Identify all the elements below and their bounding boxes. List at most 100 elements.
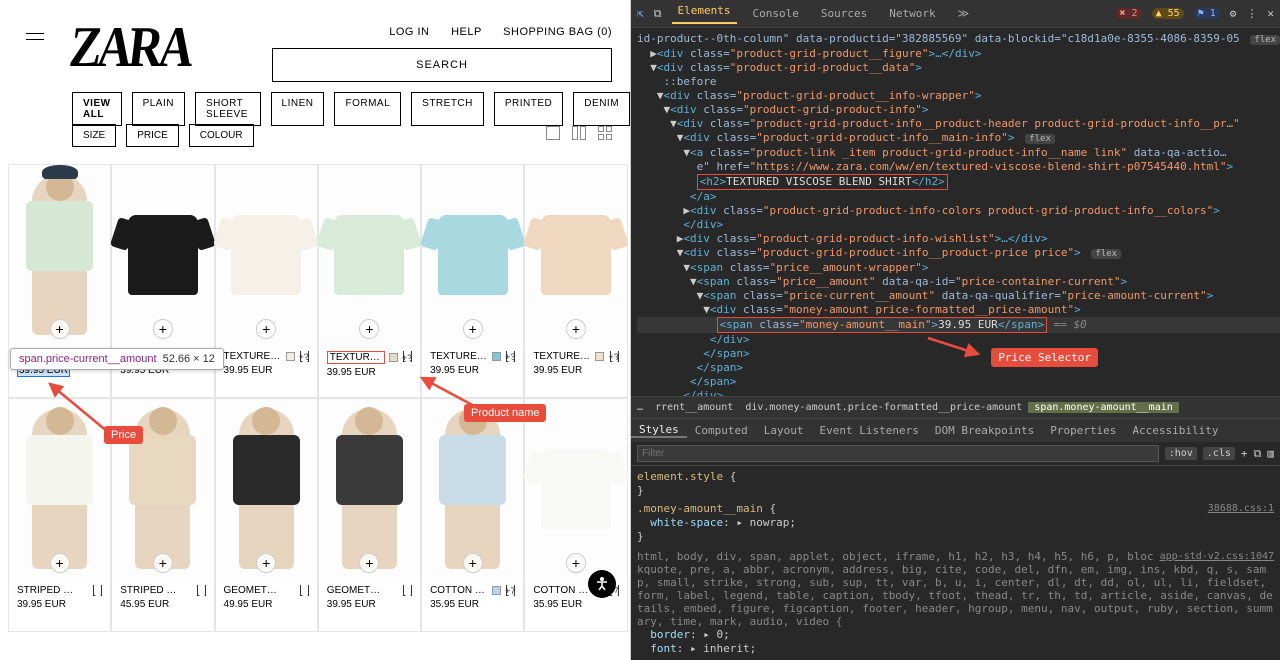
product-price: 45.95 EUR xyxy=(120,599,205,610)
bookmark-icon[interactable] xyxy=(93,585,102,596)
bookmark-icon[interactable] xyxy=(506,351,515,362)
product-card[interactable]: +TEXTURED ...+239.95 EUR xyxy=(215,164,318,398)
color-swatch[interactable] xyxy=(389,353,398,362)
tab-dom-breakpoints[interactable]: DOM Breakpoints xyxy=(927,424,1042,437)
add-button[interactable]: + xyxy=(566,319,586,339)
add-button[interactable]: + xyxy=(359,319,379,339)
kebab-icon[interactable]: ⋮ xyxy=(1246,7,1257,20)
product-price: 35.95 EUR xyxy=(533,599,618,610)
tab-accessibility[interactable]: Accessibility xyxy=(1124,424,1226,437)
filter-formal[interactable]: FORMAL xyxy=(334,92,401,126)
add-button[interactable]: + xyxy=(256,319,276,339)
device-icon[interactable]: ⧉ xyxy=(654,7,662,21)
product-price: 35.95 EUR xyxy=(430,599,515,610)
devtools-panel: ⇱ ⧉ Elements Console Sources Network ≫ ✖… xyxy=(631,0,1280,660)
product-name: TEXTURED ... xyxy=(327,351,385,364)
view-grid-icon[interactable] xyxy=(598,126,612,140)
filter-denim[interactable]: DENIM xyxy=(573,92,630,126)
add-button[interactable]: + xyxy=(256,553,276,573)
product-name: STRIPED JACQUA... xyxy=(120,585,178,596)
search-input[interactable]: SEARCH xyxy=(272,48,612,82)
category-filters: VIEW ALL PLAIN SHORT SLEEVE LINEN FORMAL STRE… xyxy=(72,92,630,126)
add-button[interactable]: + xyxy=(153,319,173,339)
tab-elements[interactable]: Elements xyxy=(672,4,737,24)
product-price: 49.95 EUR xyxy=(224,599,309,610)
product-card[interactable]: +GEOMETRIC CRO...49.95 EUR xyxy=(215,398,318,632)
copy-icon[interactable]: ⧉ xyxy=(1254,447,1262,461)
add-button[interactable]: + xyxy=(50,319,70,339)
product-name: TEXTURED ... xyxy=(533,351,591,362)
tab-properties[interactable]: Properties xyxy=(1042,424,1124,437)
tab-network[interactable]: Network xyxy=(883,7,941,20)
add-button[interactable]: + xyxy=(359,553,379,573)
hov-toggle[interactable]: :hov xyxy=(1165,447,1197,460)
product-card[interactable]: +TEXTURED ...+239.95 EUR xyxy=(318,164,421,398)
product-card[interactable]: +COTTON - L...+735.95 EUR xyxy=(524,398,627,632)
filter-printed[interactable]: PRINTED xyxy=(494,92,563,126)
inspector-tooltip: span.price-current__amount52.66 × 12 xyxy=(10,348,224,370)
bookmark-icon[interactable] xyxy=(300,351,309,362)
add-button[interactable]: + xyxy=(50,553,70,573)
tab-styles[interactable]: Styles xyxy=(631,423,687,438)
view-single-icon[interactable] xyxy=(546,126,560,140)
tab-layout[interactable]: Layout xyxy=(756,424,812,437)
sidebar-icon[interactable]: ▥ xyxy=(1267,447,1274,460)
view-double-icon[interactable] xyxy=(572,126,586,140)
filter-colour[interactable]: COLOUR xyxy=(189,124,254,147)
cls-toggle[interactable]: .cls xyxy=(1203,447,1235,460)
warning-badge[interactable]: ▲ 55 xyxy=(1152,8,1184,19)
bookmark-icon[interactable] xyxy=(610,351,619,362)
tab-computed[interactable]: Computed xyxy=(687,424,756,437)
inspect-icon[interactable]: ⇱ xyxy=(637,7,644,20)
add-rule-icon[interactable]: + xyxy=(1241,447,1248,460)
tab-more[interactable]: ≫ xyxy=(952,7,976,20)
color-swatch[interactable] xyxy=(286,352,295,361)
bookmark-icon[interactable] xyxy=(403,585,412,596)
product-card[interactable]: +COTTON - L...+735.95 EUR xyxy=(421,398,524,632)
view-mode-switcher xyxy=(546,126,612,140)
filter-short-sleeve[interactable]: SHORT SLEEVE xyxy=(195,92,261,126)
product-price: 39.95 EUR xyxy=(327,599,412,610)
error-badge[interactable]: ✖ 2 xyxy=(1116,8,1142,19)
bookmark-icon[interactable] xyxy=(197,585,206,596)
add-button[interactable]: + xyxy=(153,553,173,573)
styles-pane[interactable]: element.style { } 38688.css:1.money-amou… xyxy=(631,466,1280,660)
bookmark-icon[interactable] xyxy=(506,585,515,596)
filter-plain[interactable]: PLAIN xyxy=(132,92,185,126)
menu-icon[interactable] xyxy=(26,28,44,45)
product-card[interactable]: +TEXTURED ...+339.95 EUR xyxy=(421,164,524,398)
accessibility-icon[interactable] xyxy=(588,570,616,598)
help-link[interactable]: HELP xyxy=(451,26,482,38)
close-icon[interactable]: ✕ xyxy=(1267,7,1274,20)
tab-console[interactable]: Console xyxy=(747,7,805,20)
styles-tabbar: Styles Computed Layout Event Listeners D… xyxy=(631,418,1280,442)
color-swatch[interactable] xyxy=(492,586,501,595)
tab-event-listeners[interactable]: Event Listeners xyxy=(812,424,927,437)
add-button[interactable]: + xyxy=(463,553,483,573)
filter-stretch[interactable]: STRETCH xyxy=(411,92,484,126)
product-card[interactable]: +TEXTURED ...+339.95 EUR xyxy=(524,164,627,398)
bookmark-icon[interactable] xyxy=(300,585,309,596)
styles-filter-bar: :hov .cls + ⧉ ▥ xyxy=(631,442,1280,466)
filter-linen[interactable]: LINEN xyxy=(271,92,325,126)
product-card[interactable]: +GEOMETRIC JAC...39.95 EUR xyxy=(318,398,421,632)
filter-price[interactable]: PRICE xyxy=(126,124,179,147)
tab-sources[interactable]: Sources xyxy=(815,7,873,20)
color-swatch[interactable] xyxy=(595,352,604,361)
gear-icon[interactable]: ⚙ xyxy=(1230,7,1237,20)
brand-logo[interactable]: ZARA xyxy=(66,14,194,80)
login-link[interactable]: LOG IN xyxy=(389,26,429,38)
filter-view-all[interactable]: VIEW ALL xyxy=(72,92,122,126)
bag-link[interactable]: SHOPPING BAG (0) xyxy=(503,26,612,38)
filter-size[interactable]: SIZE xyxy=(72,124,116,147)
styles-filter-input[interactable] xyxy=(637,445,1159,462)
product-price: 39.95 EUR xyxy=(17,599,102,610)
add-button[interactable]: + xyxy=(566,553,586,573)
color-swatch[interactable] xyxy=(492,352,501,361)
issues-badge[interactable]: ⚑ 1 xyxy=(1194,8,1220,19)
bookmark-icon[interactable] xyxy=(403,351,412,362)
product-price: 39.95 EUR xyxy=(533,365,618,376)
breadcrumb[interactable]: … rrent__amount div.money-amount.price-f… xyxy=(631,396,1280,418)
product-name: COTTON - L... xyxy=(430,585,488,596)
add-button[interactable]: + xyxy=(463,319,483,339)
